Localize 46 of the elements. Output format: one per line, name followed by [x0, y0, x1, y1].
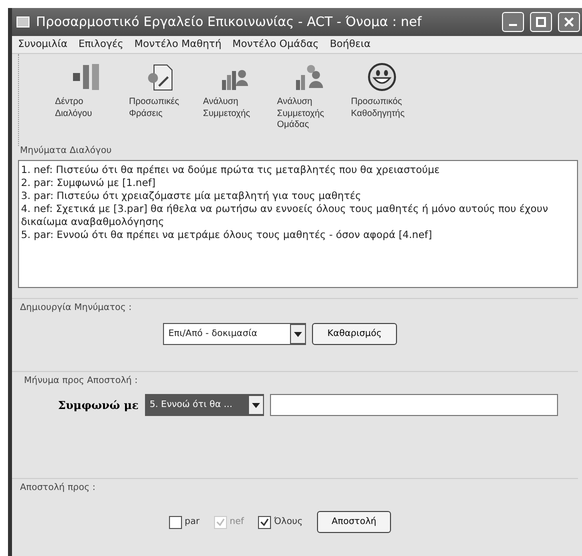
- minimize-button[interactable]: [502, 12, 524, 32]
- toolbar-button[interactable]: Ανάλυση Συμμετοχής Ομάδας: [277, 62, 339, 132]
- dropdown-button[interactable]: [290, 324, 306, 344]
- close-icon: [564, 17, 574, 27]
- checkbox-label: Όλους: [274, 517, 303, 527]
- clear-button[interactable]: Καθαρισμός: [312, 323, 397, 345]
- menu-item[interactable]: Μοντέλο Ομάδας: [232, 39, 319, 50]
- toolbar-button[interactable]: Προσωπικός Καθοδηγητής: [351, 62, 413, 120]
- dropdown-button[interactable]: [248, 395, 264, 415]
- section-label: Μηνύματα Διαλόγου: [19, 146, 113, 156]
- menu-item[interactable]: Μοντέλο Μαθητή: [134, 39, 222, 50]
- message-text: 5. par: Εννοώ ότι θα πρέπει να μετράμε όλους τους μαθητές - όσον αφορά [4.nef]: [21, 229, 433, 242]
- section-label: Αποστολή προς :: [19, 482, 96, 493]
- maximize-icon: [536, 17, 546, 27]
- menu-item[interactable]: Επιλογές: [78, 39, 124, 50]
- document-icon: [145, 62, 175, 92]
- caret-icon: [252, 402, 260, 408]
- message-text: 3. par: Πιστεύω ότι χρειαζόμαστε μία μεταβλητή για τους μαθητές: [21, 190, 362, 203]
- checkbox-label: par: [184, 517, 200, 527]
- message-input[interactable]: [270, 394, 558, 416]
- checkbox[interactable]: [258, 516, 271, 528]
- caret-icon: [294, 332, 302, 336]
- reply-prefix: Συμφωνώ με: [58, 398, 139, 412]
- message-text: 2. par: Συμφωνώ με [1.nef]: [21, 177, 157, 190]
- section-label: Δημιουργία Μηνύματος :: [19, 302, 133, 313]
- toolbar-button[interactable]: Ανάλυση Συμμετοχής: [203, 62, 265, 120]
- check-icon: [260, 518, 269, 526]
- send-button[interactable]: Αποστολή: [316, 511, 392, 533]
- chart-people-icon: [293, 62, 323, 92]
- message-text: 4. nef: Σχετικά με [3.par] θα ήθελα να ρωτήσω αν εννοείς όλους τους μαθητές ή μόνο αυτούς που έχουν δικαίωμα αναβαθμολόγησης: [21, 203, 550, 229]
- toolbar-button[interactable]: Προσωπικές Φράσεις: [129, 62, 191, 120]
- window-title: Προσαρμοστικό Εργαλείο Επικοινωνίας - ACT - Όνομα : nef: [36, 14, 423, 30]
- reference-dropdown[interactable]: 5. Εννοώ ότι θα ...: [144, 394, 264, 416]
- menu-item[interactable]: Συνομιλία: [18, 39, 68, 50]
- menu-item[interactable]: Βοήθεια: [330, 39, 371, 50]
- template-dropdown[interactable]: Επι/Από - δοκιμασία: [163, 323, 306, 345]
- toolbar-button[interactable]: Δέντρο Διαλόγου: [55, 62, 117, 120]
- checkbox[interactable]: [168, 516, 182, 528]
- close-button[interactable]: [558, 12, 580, 32]
- smiley-icon: [367, 62, 397, 92]
- message-text: 1. nef: Πιστεύω ότι θα πρέπει να δούμε πρώτα τις μεταβλητές που θα χρειαστούμε: [21, 164, 441, 177]
- check-icon: [216, 518, 225, 526]
- app-icon: [16, 15, 30, 29]
- section-label: Μήνυμα προς Αποστολή :: [23, 374, 139, 386]
- checkbox-label: nef: [230, 517, 244, 527]
- maximize-button[interactable]: [530, 12, 552, 32]
